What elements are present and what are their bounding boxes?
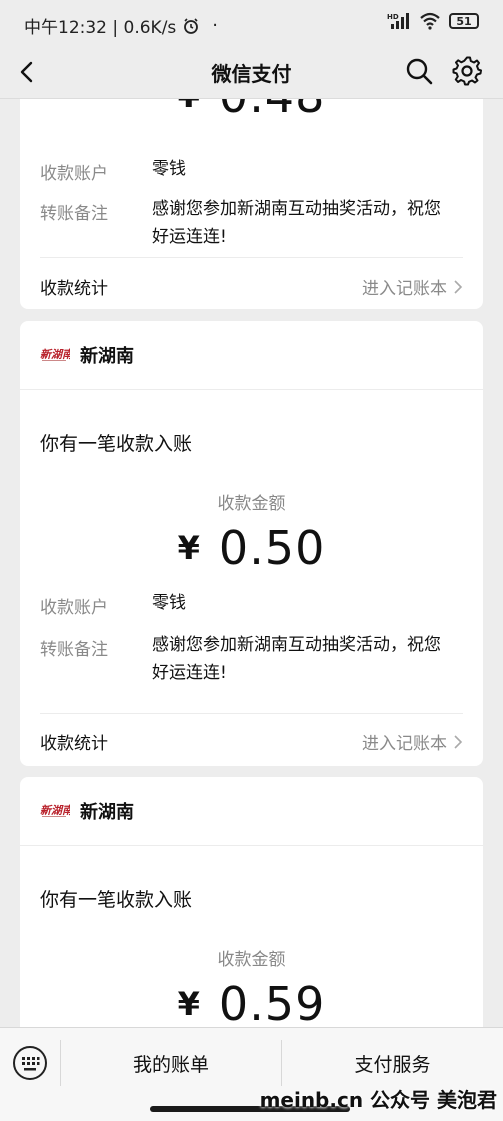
status-right: HD 51 [387,12,479,30]
currency-symbol: ¥ [177,529,201,567]
gear-icon[interactable] [452,56,482,86]
note-value: 感谢您参加新湖南互动抽奖活动，祝您好运连连! [152,635,441,683]
payment-card: 新湖南 新湖南 你有一笔收款入账 收款金额 ¥0.50 收款账户 零钱 转账备注… [20,321,483,766]
account-label: 收款账户 [40,598,108,618]
keyboard-icon[interactable] [12,1045,48,1081]
amount-label: 收款金额 [217,494,286,514]
note-value: 感谢您参加新湖南互动抽奖活动，祝您好运连连! [152,199,441,247]
divider [40,257,463,258]
note-label: 转账备注 [40,640,108,660]
status-left: 中午12:32 | 0.6K/s · [24,13,218,38]
stat-label: 收款统计 [40,279,108,299]
chevron-right-icon [454,734,463,749]
amount-value: ¥0.59 [20,977,483,1027]
signal-icon: HD [387,13,409,29]
payment-card: 新湖南 新湖南 你有一笔收款入账 收款金额 ¥0.59 [20,777,483,1027]
payment-card: ¥0.48 收款账户 零钱 转账备注 感谢您参加新湖南互动抽奖活动，祝您好运连连… [20,99,483,309]
card-header: 新湖南 新湖南 [20,321,483,390]
svg-text:新湖南: 新湖南 [40,804,70,817]
amount-number: 0.50 [218,521,326,575]
card-header: 新湖南 新湖南 [20,777,483,846]
wifi-icon [420,12,440,30]
search-icon[interactable] [404,56,434,86]
brand-name: 新湖南 [80,802,134,823]
status-dot: · [212,15,219,36]
amount-number: 0.59 [218,977,326,1027]
currency-symbol: ¥ [178,99,201,115]
ledger-link[interactable]: 进入记账本 [362,729,463,754]
ledger-link[interactable]: 进入记账本 [362,274,463,299]
brand-logo-icon: 新湖南 [40,804,70,817]
brand-name: 新湖南 [80,346,134,367]
ledger-link-label: 进入记账本 [362,279,447,299]
ledger-link-label: 进入记账本 [362,734,447,754]
amount-value: ¥0.48 [20,99,483,123]
amount-label: 收款金额 [217,950,286,970]
status-bar: 中午12:32 | 0.6K/s · HD 51 [0,0,503,46]
currency-symbol: ¥ [177,985,201,1023]
account-value: 零钱 [152,159,186,179]
battery-icon: 51 [449,13,479,29]
stat-label: 收款统计 [40,734,108,754]
battery-level: 51 [456,14,472,28]
alarm-icon [184,17,199,34]
payment-service-button[interactable]: 支付服务 [282,1050,503,1077]
nav-bar: 微信支付 [0,46,503,99]
account-value: 零钱 [152,593,186,613]
status-time: 中午12:32 | 0.6K/s [24,18,177,38]
amount-value: ¥0.50 [20,521,483,575]
notice-title: 你有一笔收款入账 [40,889,193,911]
watermark-text: meinb.cn 公众号 美泡君 [259,1088,497,1112]
notice-title: 你有一笔收款入账 [40,433,193,455]
chevron-right-icon [454,279,463,294]
brand-logo-icon: 新湖南 [40,348,70,361]
my-bill-button[interactable]: 我的账单 [61,1050,281,1077]
message-list[interactable]: ¥0.48 收款账户 零钱 转账备注 感谢您参加新湖南互动抽奖活动，祝您好运连连… [0,99,503,1027]
note-label: 转账备注 [40,204,108,224]
divider [40,713,463,714]
account-label: 收款账户 [40,164,108,184]
svg-text:新湖南: 新湖南 [40,348,70,361]
amount-number: 0.48 [219,99,325,123]
svg-text:HD: HD [387,13,399,21]
